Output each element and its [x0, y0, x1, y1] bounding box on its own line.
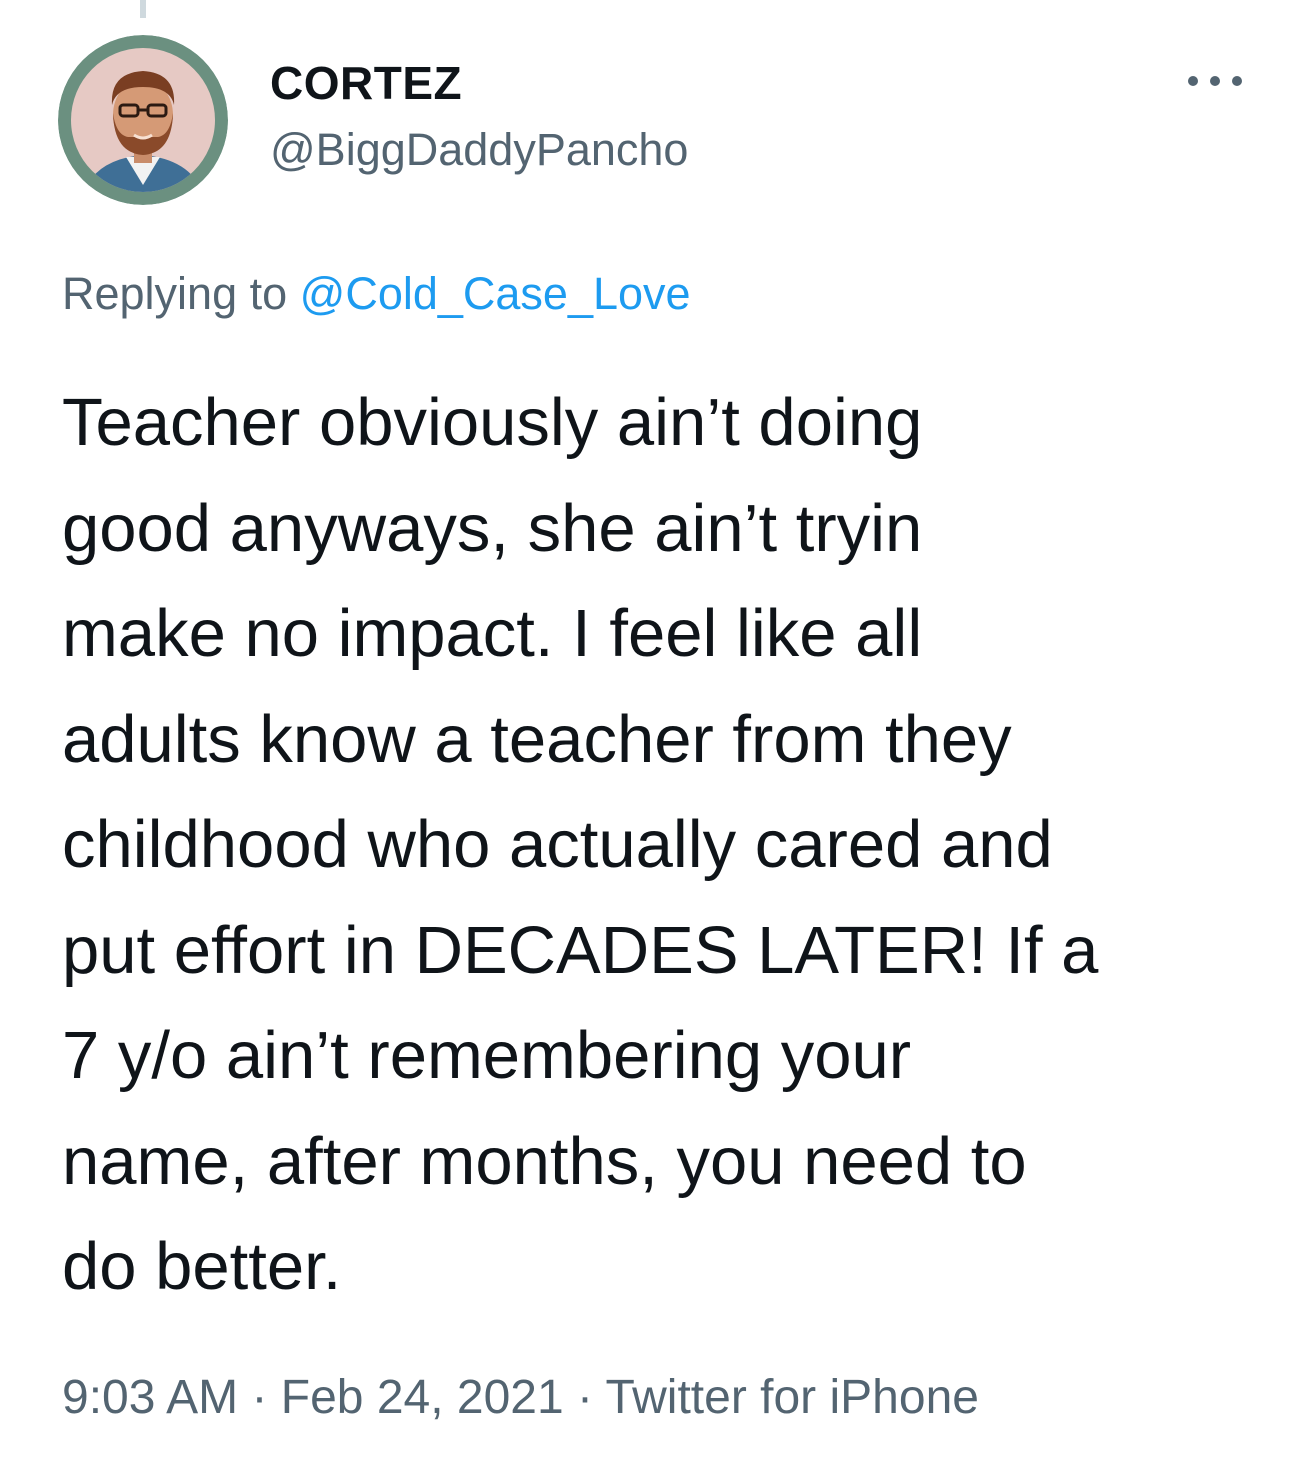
display-name[interactable]: CORTEZ — [270, 56, 462, 110]
reply-mention-link[interactable]: @Cold_Case_Love — [300, 268, 691, 319]
replying-to-label: Replying to — [62, 268, 300, 319]
tweet-text-line: name, after months, you need to — [62, 1123, 1027, 1199]
user-handle[interactable]: @BiggDaddyPancho — [270, 124, 688, 176]
tweet-text-line: 7 y/o ain’t remembering your — [62, 1018, 912, 1093]
tweet-text-line: Teacher obviously ain’t doing — [62, 385, 923, 460]
tweet-text-line: childhood who actually cared and — [62, 807, 1053, 882]
tweet-text-line: make no impact. I feel like all — [62, 596, 923, 671]
tweet-text-line: adults know a teacher from they — [62, 701, 1012, 777]
tweet-text-line: good anyways, she ain’t tryin — [62, 490, 923, 566]
meta-separator: · — [238, 1371, 281, 1424]
tweet-date[interactable]: Feb 24, 2021 — [281, 1371, 564, 1424]
more-options-icon[interactable] — [1180, 64, 1250, 98]
user-avatar-icon[interactable] — [58, 35, 228, 205]
meta-separator: · — [563, 1371, 606, 1424]
tweet-text-line: put effort in DECADES LATER! If a — [62, 912, 1099, 988]
replying-to: Replying to @Cold_Case_Love — [62, 268, 691, 320]
tweet-time[interactable]: 9:03 AM — [62, 1371, 238, 1424]
tweet-source[interactable]: Twitter for iPhone — [605, 1371, 979, 1424]
thread-connector-line — [140, 0, 146, 18]
tweet-text-line: do better. — [62, 1229, 342, 1304]
tweet-text: Teacher obviously ain’t doing good anywa… — [62, 370, 1262, 1320]
tweet-metadata: 9:03 AM · Feb 24, 2021 · Twitter for iPh… — [62, 1370, 979, 1425]
